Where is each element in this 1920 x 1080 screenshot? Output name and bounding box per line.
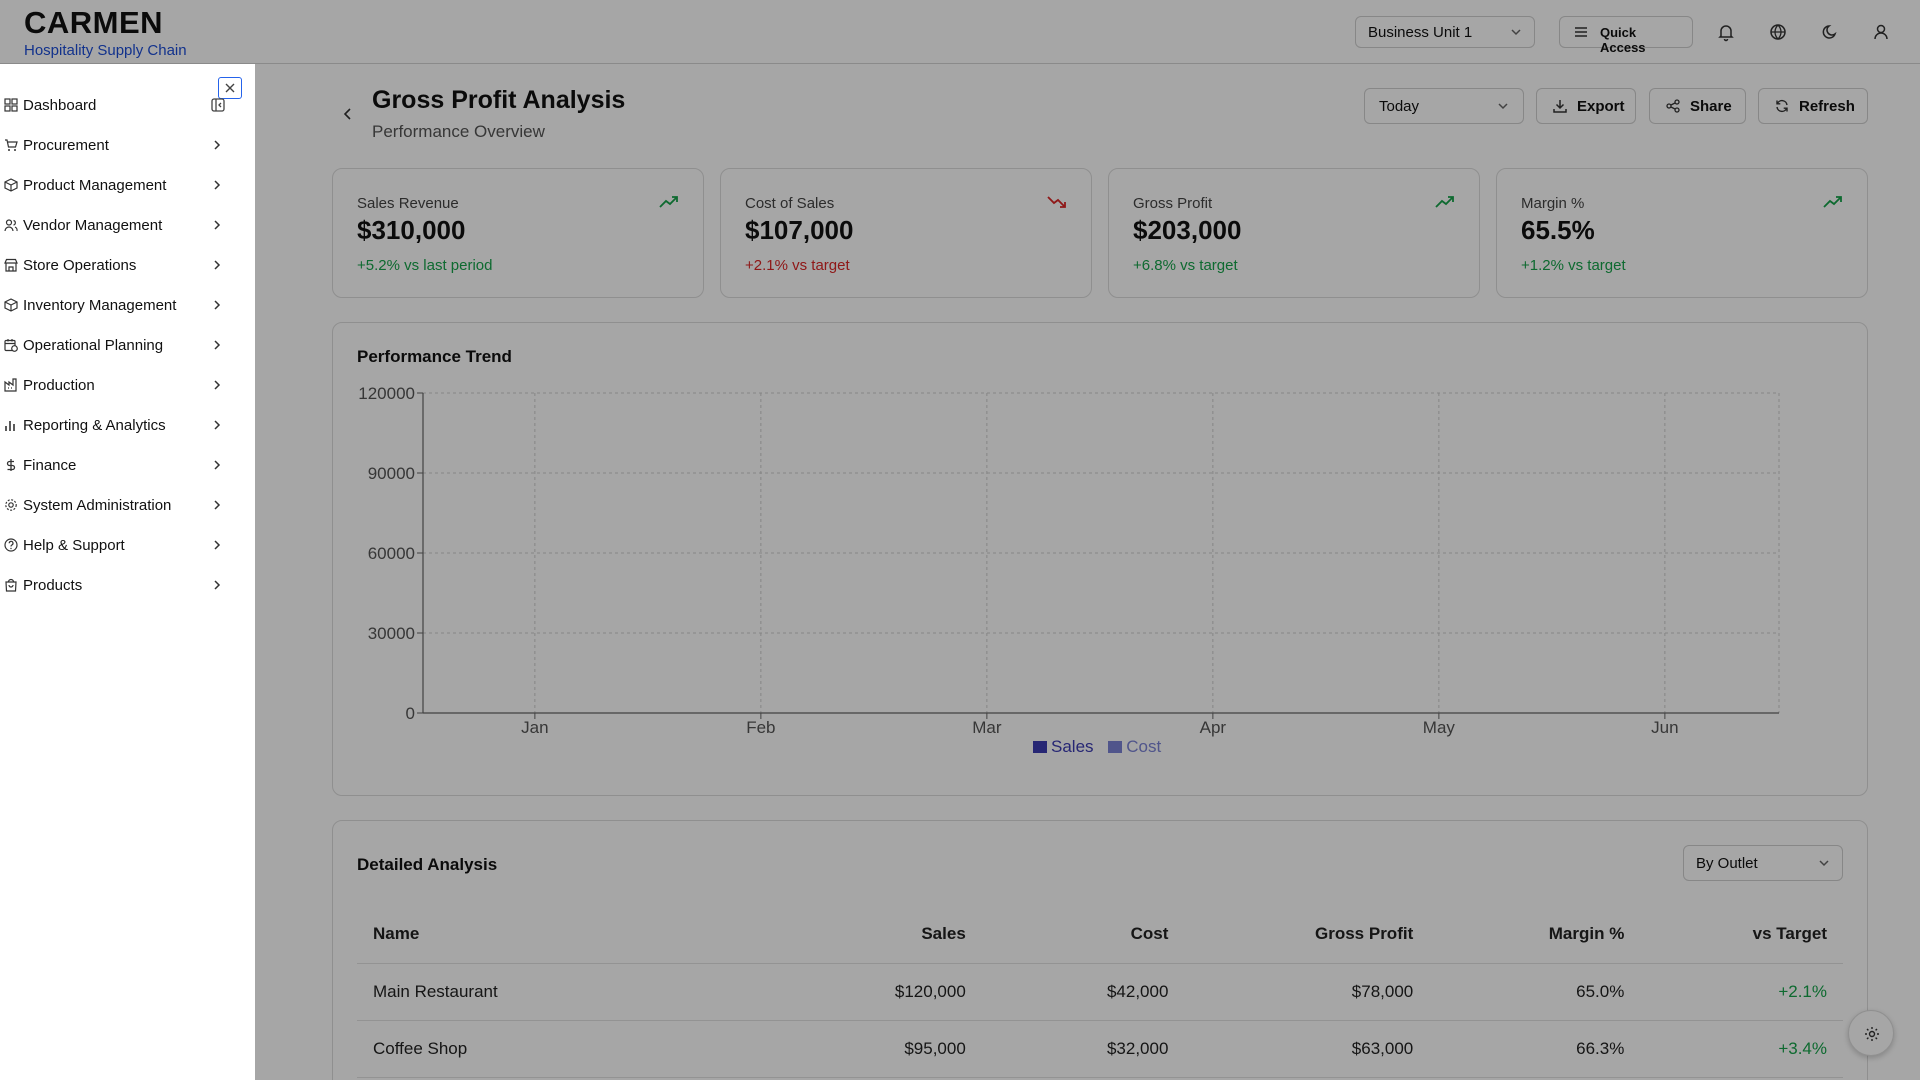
- bar-chart-icon: [5, 421, 15, 431]
- sidebar-item-operational-planning[interactable]: Operational Planning: [0, 326, 230, 366]
- sidebar-item-product-management[interactable]: Product Management: [0, 166, 230, 206]
- sidebar-item-label: Dashboard: [23, 97, 97, 114]
- sidebar-item-label: Help & Support: [23, 537, 125, 554]
- chevron-right-icon: [214, 540, 221, 550]
- sidebar-item-system-administration[interactable]: System Administration: [0, 486, 230, 526]
- factory-icon: [4, 378, 17, 392]
- calendar-clock-icon: [4, 339, 18, 352]
- sidebar-item-label: Inventory Management: [23, 297, 177, 314]
- chevron-right-icon: [214, 460, 221, 470]
- sidebar-item-products[interactable]: Products: [0, 566, 230, 606]
- sidebar-item-label: Products: [23, 577, 83, 594]
- chevron-right-icon: [214, 180, 221, 190]
- gear-icon: [5, 499, 17, 511]
- chevron-right-icon: [214, 500, 221, 510]
- sidebar-item-procurement[interactable]: Procurement: [0, 126, 230, 166]
- sidebar-item-label: Store Operations: [23, 257, 137, 274]
- package-icon: [4, 178, 18, 192]
- sidebar-item-dashboard[interactable]: Dashboard: [0, 86, 230, 126]
- shopping-bag-icon: [5, 578, 17, 592]
- sidebar-item-label: Reporting & Analytics: [23, 417, 166, 434]
- users-icon: [4, 219, 18, 232]
- sidebar-item-label: Product Management: [23, 177, 167, 194]
- modal-backdrop[interactable]: [0, 0, 1920, 1080]
- dashboard-icon: [4, 98, 18, 112]
- chevron-right-icon: [214, 340, 221, 350]
- chevron-right-icon: [214, 380, 221, 390]
- cart-icon: [5, 139, 18, 151]
- chevron-right-icon: [214, 420, 221, 430]
- chevron-right-icon: [214, 300, 221, 310]
- chevron-right-icon: [214, 260, 221, 270]
- sidebar-item-finance[interactable]: Finance: [0, 446, 230, 486]
- chevron-right-icon: [214, 220, 221, 230]
- sidebar-item-help-support[interactable]: Help & Support: [0, 526, 230, 566]
- sidebar-item-production[interactable]: Production: [0, 366, 230, 406]
- sidebar-item-reporting-analytics[interactable]: Reporting & Analytics: [0, 406, 230, 446]
- sidebar-item-store-operations[interactable]: Store Operations: [0, 246, 230, 286]
- sidebar-item-label: System Administration: [23, 497, 172, 514]
- sidebar-item-inventory-management[interactable]: Inventory Management: [0, 286, 230, 326]
- dollar-icon: [6, 459, 16, 471]
- chevron-right-icon: [214, 580, 221, 590]
- sidebar-item-label: Production: [23, 377, 95, 394]
- sidebar-item-vendor-management[interactable]: Vendor Management: [0, 206, 230, 246]
- chevron-right-icon: [214, 140, 221, 150]
- sidebar-item-label: Procurement: [23, 137, 109, 154]
- help-circle-icon: [4, 538, 18, 552]
- sidebar-item-label: Operational Planning: [23, 337, 164, 354]
- box-icon: [4, 298, 18, 312]
- sidebar-item-label: Vendor Management: [23, 217, 163, 234]
- store-icon: [4, 258, 18, 272]
- sidebar-item-label: Finance: [23, 457, 77, 474]
